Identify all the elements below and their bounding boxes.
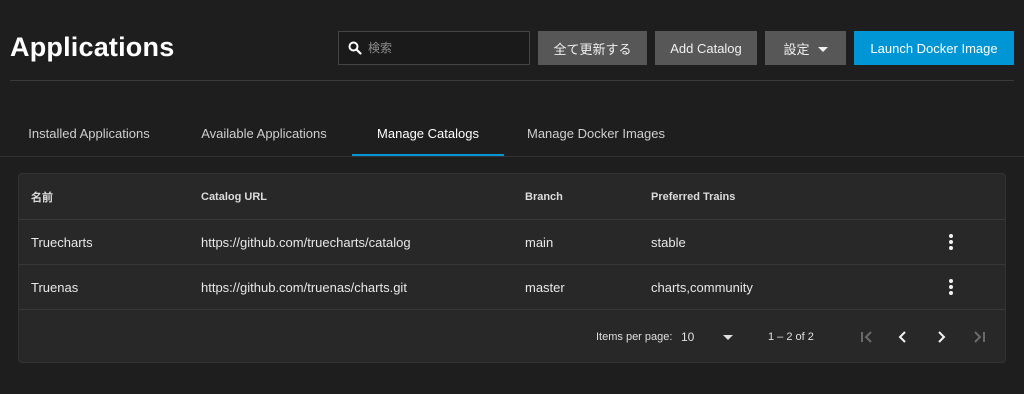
catalog-url: https://github.com/truecharts/catalog bbox=[201, 234, 411, 250]
settings-dropdown-button[interactable]: 設定 bbox=[765, 31, 846, 65]
page-size-select[interactable]: 10 bbox=[681, 311, 735, 363]
search-input[interactable] bbox=[368, 41, 518, 55]
catalog-branch: main bbox=[525, 234, 554, 250]
chevron-left-icon bbox=[898, 331, 906, 343]
refresh-all-label: 全て更新する bbox=[553, 41, 632, 57]
tab-label: Installed Applications bbox=[28, 126, 150, 141]
last-page-button[interactable] bbox=[967, 325, 991, 349]
table-row: Truenas https://github.com/truenas/chart… bbox=[19, 265, 1005, 310]
column-header-name[interactable]: 名前 bbox=[31, 174, 53, 219]
catalog-trains: stable bbox=[651, 234, 686, 250]
catalog-branch: master bbox=[525, 279, 565, 295]
more-vert-icon bbox=[949, 279, 953, 295]
more-vert-icon bbox=[949, 234, 953, 250]
tab-label: Manage Catalogs bbox=[377, 126, 479, 141]
tab-manage-docker-images[interactable]: Manage Docker Images bbox=[516, 110, 676, 157]
header-divider bbox=[10, 80, 1014, 81]
column-header-catalog-url[interactable]: Catalog URL bbox=[201, 174, 267, 219]
previous-page-button[interactable] bbox=[891, 325, 915, 349]
chevron-down-icon bbox=[817, 46, 828, 52]
tab-bar: Installed Applications Available Applica… bbox=[0, 110, 1024, 157]
page-title: Applications bbox=[10, 32, 175, 62]
items-per-page-label: Items per page: bbox=[596, 331, 673, 343]
tab-manage-catalogs[interactable]: Manage Catalogs bbox=[352, 110, 504, 157]
range-label: 1 – 2 of 2 bbox=[768, 331, 814, 343]
search-field[interactable] bbox=[338, 31, 530, 65]
page-size-value: 10 bbox=[681, 330, 695, 344]
table-row: Truecharts https://github.com/truecharts… bbox=[19, 220, 1005, 265]
column-header-branch[interactable]: Branch bbox=[525, 174, 563, 219]
tab-label: Manage Docker Images bbox=[526, 126, 665, 141]
search-icon bbox=[348, 41, 362, 55]
catalogs-table: 名前 Catalog URL Branch Preferred Trains T… bbox=[18, 173, 1006, 363]
row-actions-button[interactable] bbox=[939, 265, 963, 309]
add-catalog-button[interactable]: Add Catalog bbox=[655, 31, 757, 65]
catalog-name: Truecharts bbox=[31, 234, 93, 250]
tab-label: Available Applications bbox=[201, 126, 327, 141]
add-catalog-label: Add Catalog bbox=[670, 40, 742, 56]
catalog-name: Truenas bbox=[31, 279, 79, 295]
last-page-icon bbox=[974, 331, 985, 343]
chevron-right-icon bbox=[938, 331, 946, 343]
launch-docker-label: Launch Docker Image bbox=[870, 40, 998, 56]
table-header-row: 名前 Catalog URL Branch Preferred Trains bbox=[19, 174, 1005, 220]
refresh-all-button[interactable]: 全て更新する bbox=[538, 31, 647, 65]
first-page-button[interactable] bbox=[855, 325, 879, 349]
column-header-preferred-trains[interactable]: Preferred Trains bbox=[651, 174, 735, 219]
tab-installed-applications[interactable]: Installed Applications bbox=[18, 110, 160, 157]
launch-docker-image-button[interactable]: Launch Docker Image bbox=[854, 31, 1014, 65]
catalog-trains: charts,community bbox=[651, 279, 753, 295]
tab-available-applications[interactable]: Available Applications bbox=[190, 110, 338, 157]
first-page-icon bbox=[861, 331, 872, 343]
next-page-button[interactable] bbox=[929, 325, 953, 349]
tabs-divider bbox=[0, 156, 1024, 157]
chevron-down-icon bbox=[723, 335, 733, 340]
active-tab-indicator bbox=[352, 154, 504, 156]
row-actions-button[interactable] bbox=[939, 220, 963, 264]
settings-label: 設定 bbox=[783, 41, 810, 57]
catalog-url: https://github.com/truenas/charts.git bbox=[201, 279, 407, 295]
paginator: Items per page: 10 1 – 2 of 2 bbox=[19, 311, 1005, 363]
